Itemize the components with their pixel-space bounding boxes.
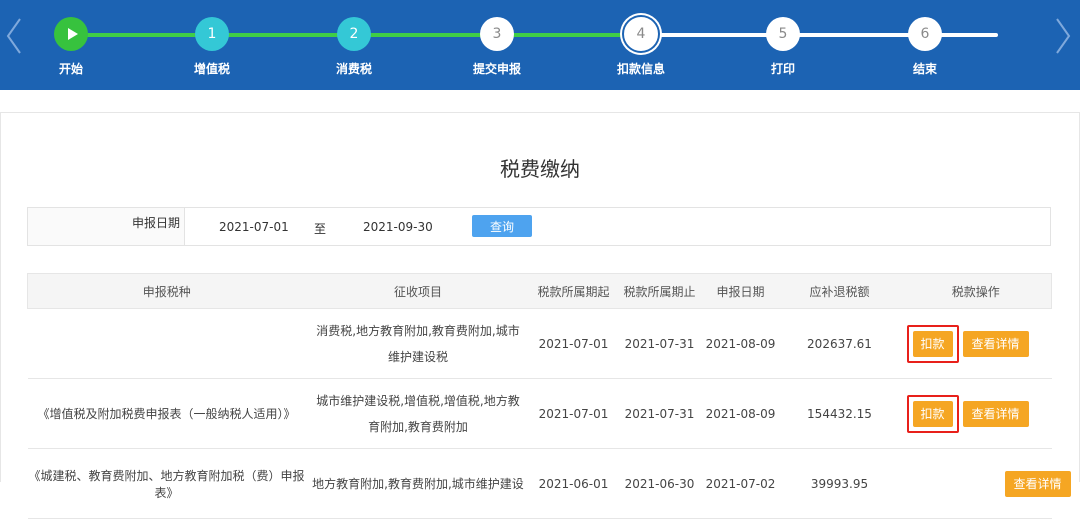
date-to-field[interactable]: 2021-09-30	[363, 220, 433, 234]
step-number: 3	[480, 17, 514, 51]
col-header-filing-date: 申报日期	[702, 273, 779, 309]
page-title: 税费缴纳	[500, 157, 580, 181]
step-label: 结束	[912, 62, 937, 76]
step-number: 2	[337, 17, 371, 51]
next-arrow-icon[interactable]	[1052, 16, 1074, 56]
step-label: 开始	[58, 62, 83, 76]
period-start-cell: 2021-07-01	[530, 308, 617, 379]
step-label: 扣款信息	[616, 62, 665, 76]
col-header-tax-type: 申报税种	[27, 273, 306, 309]
col-header-period-start: 税款所属期起	[530, 273, 617, 309]
period-end-cell: 2021-07-31	[616, 308, 703, 379]
payment-table: 申报税种 征收项目 税款所属期起 税款所属期止 申报日期 应补退税额 税款操作 …	[27, 273, 1071, 519]
col-header-amount: 应补退税额	[778, 273, 901, 309]
tax-type-cell	[27, 308, 306, 379]
step-label: 打印	[770, 62, 795, 76]
date-filter: 申报日期 2021-07-01 至 2021-09-30 查询	[27, 207, 1051, 246]
tax-payment-panel: 税费缴纳 申报日期 2021-07-01 至 2021-09-30 查询 申报税…	[0, 112, 1080, 519]
step-label: 消费税	[335, 62, 372, 76]
step-number: 6	[908, 17, 942, 51]
items-text: 维护建设税	[387, 349, 448, 364]
items-text: 城市维护建设税,增值税,增值税,地方教	[316, 393, 520, 408]
view-details-button[interactable]: 查看详情	[962, 400, 1029, 427]
period-end-cell: 2021-06-30	[616, 448, 703, 519]
col-header-period-end: 税款所属期止	[616, 273, 703, 309]
step-number: 1	[195, 17, 229, 51]
table-row: 消费税,地方教育附加,教育费附加,城市 维护建设税 2021-07-01 202…	[27, 308, 1052, 379]
tax-type-cell: 《城建税、教育费附加、地方教育附加税（费）申报表》	[27, 448, 306, 519]
play-icon	[54, 17, 88, 51]
filter-label: 申报日期	[28, 208, 185, 245]
step-start[interactable]: 开始	[11, 17, 131, 77]
step-submit[interactable]: 3 提交申报	[437, 17, 557, 77]
deduct-highlight-box: 扣款	[906, 394, 959, 433]
view-details-button[interactable]: 查看详情	[1004, 470, 1071, 497]
amount-cell: 154432.15	[778, 378, 901, 449]
items-cell: 城市维护建设税,增值税,增值税,地方教 育附加,教育费附加	[305, 378, 531, 449]
col-header-items: 征收项目	[305, 273, 531, 309]
filing-date-cell: 2021-07-02	[702, 448, 779, 519]
amount-cell: 202637.61	[778, 308, 901, 379]
deduct-highlight-box: 扣款	[906, 324, 959, 363]
tax-type-cell: 《增值税及附加税费申报表（一般纳税人适用）》	[27, 378, 306, 449]
deduct-button[interactable]: 扣款	[912, 330, 953, 357]
step-wizard: 开始 1 增值税 2 消费税 3 提交申报 4 扣款信息 5 打印 6 结束	[0, 0, 1080, 90]
step-label: 增值税	[193, 62, 230, 76]
table-row: 《城建税、教育费附加、地方教育附加税（费）申报表》 地方教育附加,教育费附加,城…	[27, 448, 1071, 519]
filing-date-cell: 2021-08-09	[702, 378, 779, 449]
step-number: 5	[766, 17, 800, 51]
actions-cell: 查看详情	[900, 448, 1071, 519]
table-header-row: 申报税种 征收项目 税款所属期起 税款所属期止 申报日期 应补退税额 税款操作	[27, 273, 1052, 309]
items-text: 地方教育附加,教育费附加,城市维护建设	[312, 476, 524, 491]
step-label: 提交申报	[472, 62, 521, 76]
items-cell: 消费税,地方教育附加,教育费附加,城市 维护建设税	[305, 308, 531, 379]
period-start-cell: 2021-07-01	[530, 378, 617, 449]
col-header-actions: 税款操作	[900, 273, 1052, 309]
query-button[interactable]: 查询	[472, 215, 532, 237]
filing-date-cell: 2021-08-09	[702, 308, 779, 379]
step-finish[interactable]: 6 结束	[865, 17, 985, 77]
step-number: 4	[624, 17, 658, 51]
view-details-button[interactable]: 查看详情	[962, 330, 1029, 357]
table-row: 《增值税及附加税费申报表（一般纳税人适用）》 城市维护建设税,增值税,增值税,地…	[27, 378, 1052, 449]
items-text: 消费税,地方教育附加,教育费附加,城市	[316, 323, 520, 338]
step-deduction-info[interactable]: 4 扣款信息	[581, 17, 701, 77]
items-text: 育附加,教育费附加	[368, 419, 468, 434]
period-end-cell: 2021-07-31	[616, 378, 703, 449]
actions-cell: 扣款 查看详情	[900, 378, 1052, 449]
deduct-button[interactable]: 扣款	[912, 400, 953, 427]
step-print[interactable]: 5 打印	[723, 17, 843, 77]
amount-cell: 39993.95	[778, 448, 901, 519]
date-separator: 至	[314, 222, 327, 236]
actions-cell: 扣款 查看详情	[900, 308, 1052, 379]
period-start-cell: 2021-06-01	[530, 448, 617, 519]
date-from-field[interactable]: 2021-07-01	[219, 220, 289, 234]
step-consumption-tax[interactable]: 2 消费税	[294, 17, 414, 77]
step-vat[interactable]: 1 增值税	[152, 17, 272, 77]
items-cell: 地方教育附加,教育费附加,城市维护建设	[305, 448, 531, 519]
